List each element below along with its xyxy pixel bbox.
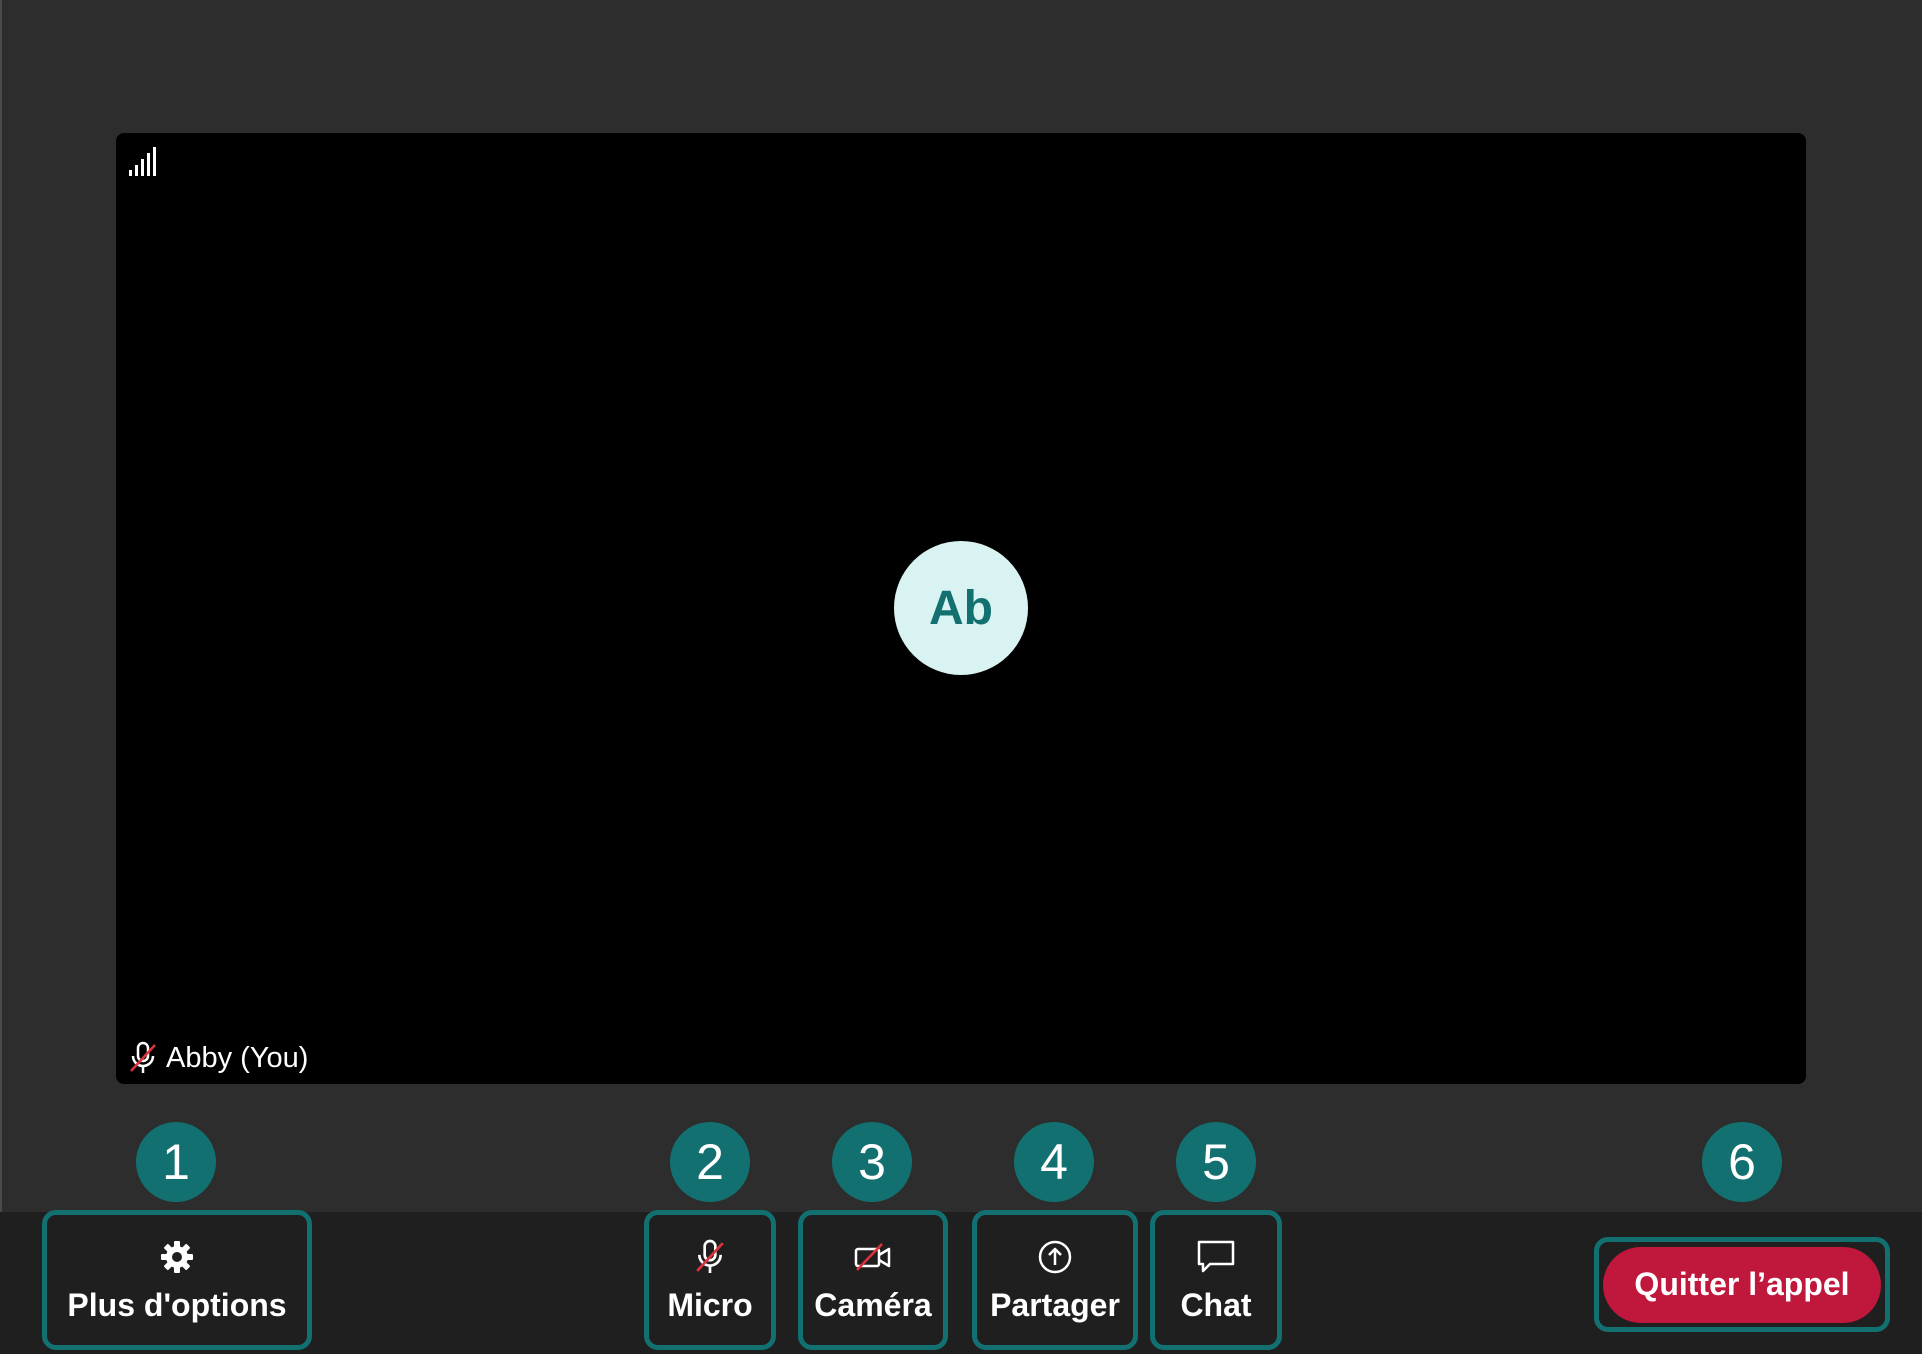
leave-call-button[interactable]: Quitter l’appel bbox=[1603, 1246, 1881, 1323]
upload-circle-icon bbox=[1035, 1237, 1075, 1277]
camera-button[interactable]: Caméra bbox=[798, 1210, 948, 1350]
more-options-label: Plus d'options bbox=[67, 1286, 287, 1323]
callout-badge-6: 6 bbox=[1702, 1122, 1782, 1202]
signal-strength-icon bbox=[129, 147, 156, 176]
microphone-muted-icon bbox=[130, 1041, 156, 1073]
camera-off-icon bbox=[853, 1237, 893, 1277]
share-label: Partager bbox=[990, 1286, 1120, 1323]
more-options-button[interactable]: Plus d'options bbox=[42, 1210, 312, 1350]
microphone-label: Micro bbox=[667, 1286, 753, 1323]
callout-badge-1: 1 bbox=[136, 1122, 216, 1202]
chat-label: Chat bbox=[1180, 1286, 1252, 1323]
microphone-muted-icon bbox=[690, 1237, 730, 1277]
leave-call-highlight: Quitter l’appel bbox=[1594, 1237, 1890, 1332]
window-edge bbox=[0, 0, 2, 1354]
chat-button[interactable]: Chat bbox=[1150, 1210, 1282, 1350]
avatar: Ab bbox=[894, 541, 1028, 675]
microphone-button[interactable]: Micro bbox=[644, 1210, 776, 1350]
camera-label: Caméra bbox=[814, 1286, 932, 1323]
participant-name: Abby (You) bbox=[166, 1041, 309, 1074]
participant-name-tag: Abby (You) bbox=[128, 1039, 308, 1077]
video-tile: Ab Abby (You) bbox=[116, 133, 1806, 1084]
gear-icon bbox=[157, 1237, 197, 1277]
chat-bubble-icon bbox=[1196, 1237, 1236, 1277]
share-button[interactable]: Partager bbox=[972, 1210, 1138, 1350]
callout-badge-4: 4 bbox=[1014, 1122, 1094, 1202]
callout-badge-3: 3 bbox=[832, 1122, 912, 1202]
callout-badge-5: 5 bbox=[1176, 1122, 1256, 1202]
callout-badge-2: 2 bbox=[670, 1122, 750, 1202]
